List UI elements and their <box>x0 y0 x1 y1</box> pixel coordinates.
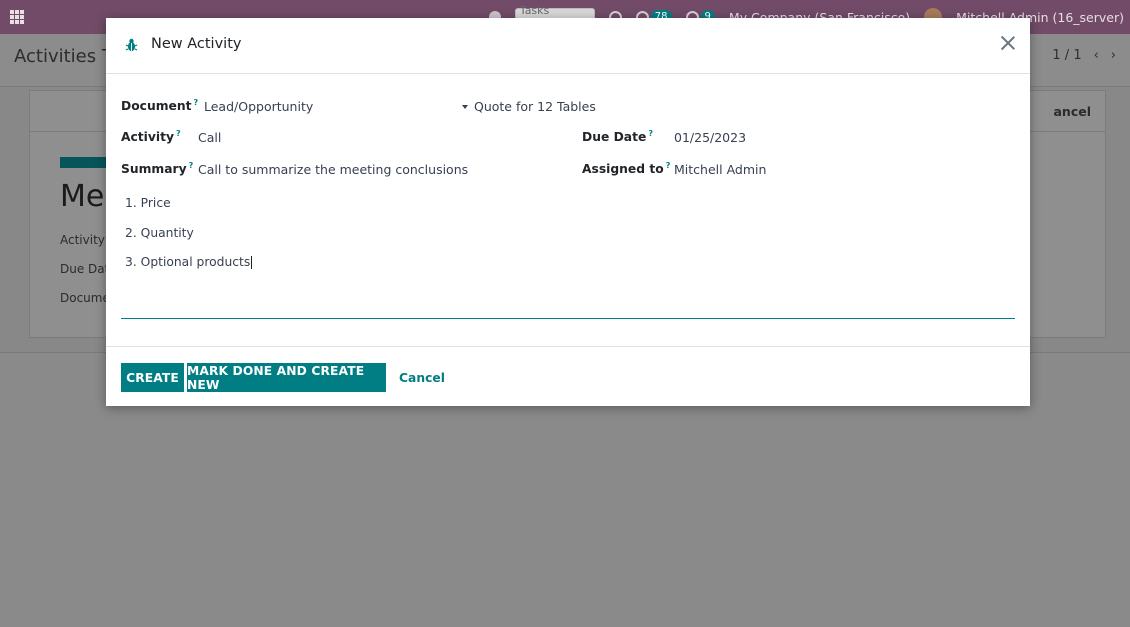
document-record-select[interactable]: Quote for 12 Tables <box>462 99 596 114</box>
document-model-select[interactable]: Lead/Opportunity <box>204 99 313 114</box>
text-cursor <box>251 256 253 269</box>
summary-label: Summary? <box>121 161 193 176</box>
note-line: 3. Optional products <box>125 255 253 269</box>
caret-down-icon <box>462 104 468 109</box>
activity-help-icon[interactable]: ? <box>176 129 181 138</box>
activity-label: Activity? <box>121 129 181 144</box>
pager: 1 / 1 ‹ › <box>1052 48 1116 63</box>
bug-icon <box>125 38 138 52</box>
document-label: Document? <box>121 98 198 113</box>
document-help-icon[interactable]: ? <box>194 98 199 107</box>
assigned-to-select[interactable]: Mitchell Admin <box>674 162 766 177</box>
activity-label-text: Activity <box>121 130 175 145</box>
dialog-footer: CREATE MARK DONE AND CREATE NEW Cancel <box>106 346 1030 407</box>
record-title: Me <box>60 179 105 214</box>
close-icon[interactable] <box>1000 35 1016 51</box>
due-date-help-icon[interactable]: ? <box>648 129 653 138</box>
summary-help-icon[interactable]: ? <box>189 161 194 170</box>
color-strip <box>60 157 110 168</box>
assigned-to-label: Assigned to? <box>582 161 670 176</box>
note-line: 2. Quantity <box>125 226 194 240</box>
breadcrumb[interactable]: Activities To <box>14 46 121 67</box>
document-label-text: Document <box>121 99 192 114</box>
dialog-header: New Activity <box>106 18 1030 74</box>
record-label-activity: Activity <box>60 233 105 247</box>
due-date-label: Due Date? <box>582 129 653 144</box>
note-line-text: 3. Optional products <box>125 255 251 269</box>
note-line: 1. Price <box>125 196 171 210</box>
activity-type-select[interactable]: Call <box>198 130 221 145</box>
pager-value[interactable]: 1 / 1 <box>1052 48 1081 63</box>
cancel-button[interactable]: Cancel <box>399 363 445 392</box>
create-button[interactable]: CREATE <box>121 363 184 392</box>
record-label-document: Docume <box>60 291 110 305</box>
summary-label-text: Summary <box>121 162 187 177</box>
dialog-title: New Activity <box>151 36 242 52</box>
assigned-to-help-icon[interactable]: ? <box>666 161 671 170</box>
pager-prev-icon[interactable]: ‹ <box>1094 48 1099 63</box>
background-cancel-button[interactable]: ancel <box>1053 104 1091 119</box>
note-editor[interactable]: 1. Price 2. Quantity 3. Optional product… <box>121 190 1015 319</box>
assigned-to-label-text: Assigned to <box>582 162 664 177</box>
document-record-value: Quote for 12 Tables <box>474 99 596 114</box>
new-activity-dialog: New Activity Document? Lead/Opportunity … <box>106 18 1030 406</box>
mark-done-create-new-button[interactable]: MARK DONE AND CREATE NEW <box>187 363 386 392</box>
apps-menu-icon[interactable] <box>10 10 24 24</box>
pager-next-icon[interactable]: › <box>1111 48 1116 63</box>
due-date-input[interactable]: 01/25/2023 <box>674 130 746 145</box>
summary-input[interactable]: Call to summarize the meeting conclusion… <box>198 162 468 177</box>
record-label-due-date: Due Dat <box>60 262 110 276</box>
due-date-label-text: Due Date <box>582 130 647 145</box>
